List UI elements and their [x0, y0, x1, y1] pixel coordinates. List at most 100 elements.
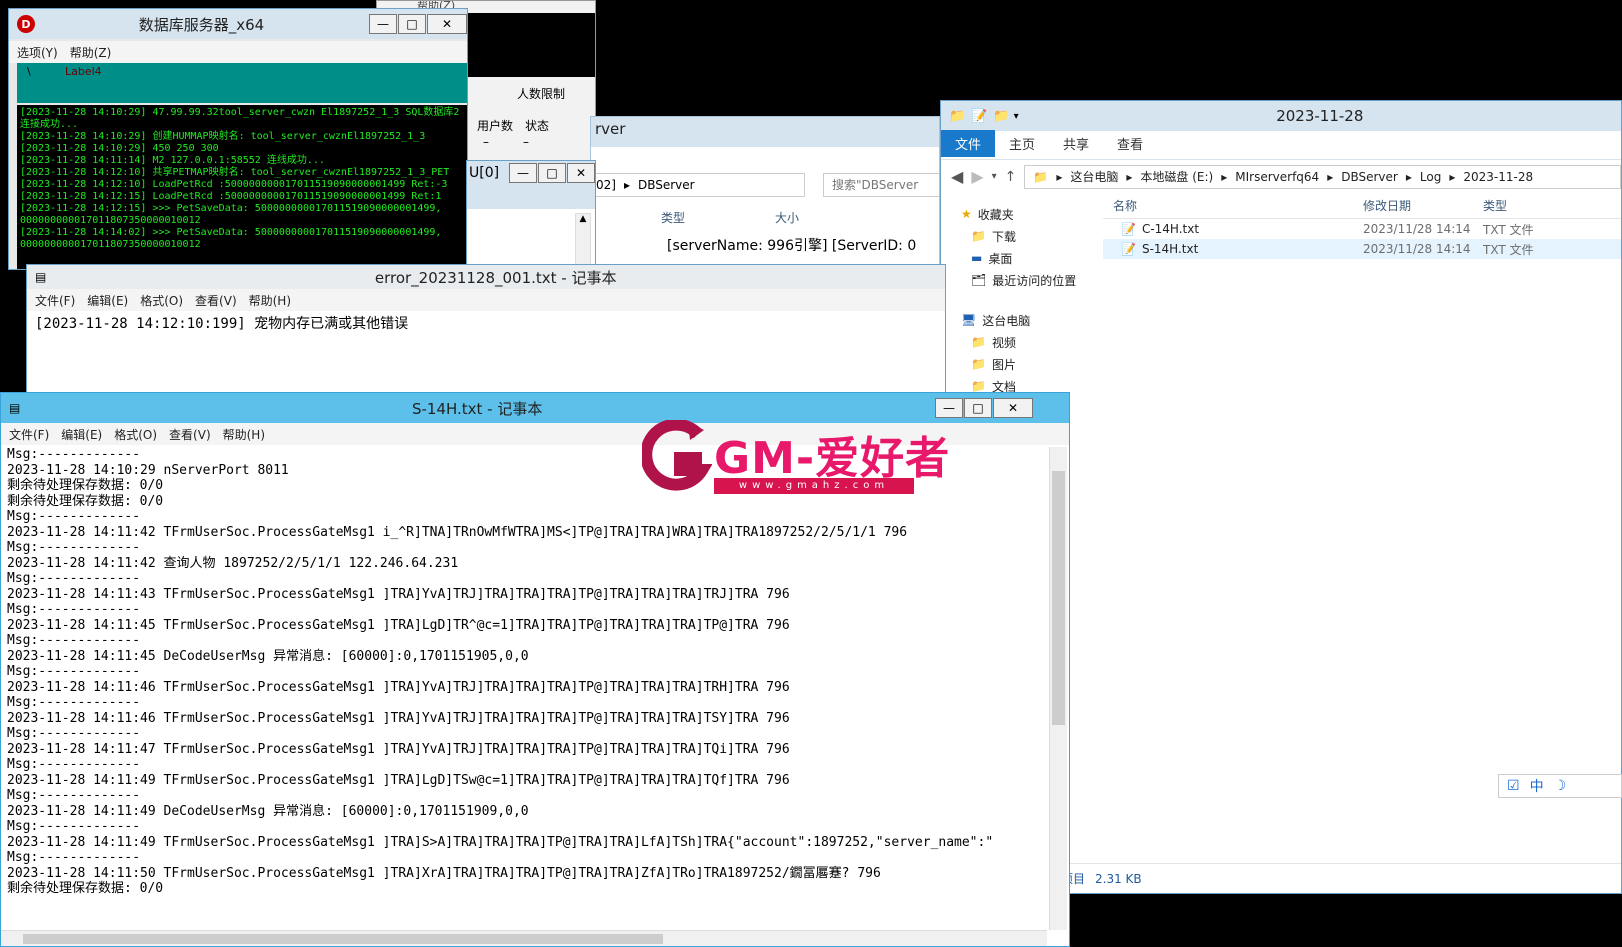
ime-lang[interactable]: 中 — [1530, 776, 1544, 796]
server-log: [2023-11-28 14:10:29] 47.99.99.32tool_se… — [17, 105, 467, 269]
title-bar[interactable]: D 数据库服务器_x64 — □ ✕ — [9, 9, 467, 39]
col-size[interactable]: 大小 — [775, 209, 799, 226]
menu-edit[interactable]: 编辑(E) — [87, 292, 128, 309]
path-folder[interactable]: DBServer — [638, 178, 695, 192]
menu-help[interactable]: 帮助(Z) — [70, 44, 112, 61]
watermark-text: GM-爱好者 — [714, 433, 951, 484]
scroll-thumb[interactable] — [1052, 471, 1065, 725]
text-line: Msg:------------- — [7, 695, 141, 710]
window-title: rver — [591, 117, 939, 147]
menu-view[interactable]: 查看(V) — [169, 426, 211, 443]
breadcrumb-drive[interactable]: 本地磁盘 (E:) — [1140, 168, 1213, 185]
search-input[interactable]: 搜索"DBServer — [823, 173, 939, 197]
minimize-button[interactable]: — — [369, 14, 397, 34]
nav-recent[interactable]: 🗂 最近访问的位置 — [941, 269, 1101, 291]
tab-file[interactable]: 文件 — [941, 130, 996, 157]
horizontal-scrollbar[interactable] — [1, 930, 1047, 946]
file-row[interactable]: 📝 S-14H.txt 2023/11/28 14:14 TXT 文件 — [1103, 239, 1621, 259]
new-folder-icon[interactable]: 📁 — [993, 109, 1009, 124]
text-line: Msg:------------- — [7, 509, 141, 524]
properties-icon[interactable]: 📝 — [971, 109, 987, 124]
folder-icon: 📁 — [971, 229, 986, 243]
tab-home[interactable]: 主页 — [995, 130, 1049, 157]
nav-this-pc[interactable]: 🖥 这台电脑 — [941, 309, 1101, 331]
text-line: 2023-11-28 14:11:46 TFrmUserSoc.ProcessG… — [7, 679, 790, 695]
window-title: 2023-11-28 — [1276, 107, 1364, 125]
error-notepad-window: ▤ error_20231128_001.txt - 记事本 文件(F) 编辑(… — [26, 264, 946, 404]
col-status: 状态 — [525, 119, 550, 133]
maximize-button[interactable]: □ — [398, 14, 426, 34]
text-line: Msg:------------- — [7, 571, 141, 586]
text-line: 2023-11-28 14:11:42 查询人物 1897252/2/5/1/1… — [7, 555, 459, 571]
editor-content[interactable]: [2023-11-28 14:12:10:199] 宠物内存已满或其他错误 — [35, 313, 408, 333]
address-input[interactable]: 📁 ▸ 这台电脑 ▸ 本地磁盘 (E:) ▸ MIrserverfq64 ▸ D… — [1024, 164, 1621, 189]
menu-format[interactable]: 格式(O) — [140, 292, 183, 309]
scrollbar[interactable]: ▲ — [575, 213, 591, 269]
close-button[interactable]: ✕ — [427, 14, 467, 34]
breadcrumb-log[interactable]: Log — [1420, 170, 1441, 184]
nav-pictures[interactable]: 📁 图片 — [941, 353, 1101, 375]
minimize-button[interactable]: — — [509, 163, 537, 183]
log-line: 000000000017011807350000010012 — [20, 215, 201, 226]
minimize-button[interactable]: — — [935, 398, 963, 418]
close-button[interactable]: ✕ — [993, 398, 1033, 418]
dbserver-explorer-fragment: rver 02] ▸ DBServer 搜索"DBServer 类型 大小 [s… — [590, 116, 940, 266]
title-bar[interactable]: U[0] — □ ✕ — [467, 161, 595, 185]
back-icon[interactable]: ◀ — [951, 167, 963, 186]
text-file-icon: 📝 — [1121, 222, 1136, 236]
vertical-scrollbar[interactable] — [1049, 447, 1067, 930]
maximize-button[interactable]: □ — [964, 398, 992, 418]
tab-share[interactable]: 共享 — [1049, 130, 1103, 157]
menu-help[interactable]: 帮助(H) — [223, 426, 265, 443]
folder-icon: 📁 — [971, 357, 986, 371]
text-line: Msg:------------- — [7, 664, 141, 679]
ime-halfwidth-icon[interactable]: ☽ — [1554, 778, 1567, 794]
editor-content[interactable]: Msg:------------- 2023-11-28 14:10:29 nS… — [7, 447, 1047, 930]
tab-view[interactable]: 查看 — [1103, 130, 1157, 157]
menu-format[interactable]: 格式(O) — [114, 426, 157, 443]
nav-favorites[interactable]: ★ 收藏夹 — [941, 203, 1101, 225]
text-line: 2023-11-28 14:11:45 DeCodeUserMsg 异常消息: … — [7, 648, 529, 664]
chevron-right-icon: ▸ — [1221, 169, 1228, 184]
scroll-thumb[interactable] — [23, 934, 663, 944]
title-bar[interactable]: 📁 📝 📁 ▾ 2023-11-28 — [941, 101, 1621, 131]
up-icon[interactable]: ↑ — [1005, 169, 1017, 185]
title-bar[interactable]: ▤ error_20231128_001.txt - 记事本 — [27, 265, 945, 289]
text-line: Msg:------------- — [7, 726, 141, 741]
col-type[interactable]: 类型 — [1483, 197, 1603, 214]
breadcrumb-dbserver[interactable]: DBServer — [1341, 170, 1398, 184]
log-line: [2023-11-28 14:12:10] 共享PETMAP映射名: tool_… — [20, 167, 450, 178]
menu-view[interactable]: 查看(V) — [195, 292, 237, 309]
log-line: [2023-11-28 14:10:29] 创建HUMMAP映射名: tool_… — [20, 131, 426, 142]
breadcrumb-mirserver[interactable]: MIrserverfq64 — [1235, 170, 1319, 184]
breadcrumb-this-pc[interactable]: 这台电脑 — [1070, 168, 1118, 185]
nav-desktop[interactable]: ▬ 桌面 — [941, 247, 1101, 269]
text-line: Msg:------------- — [7, 757, 141, 772]
menu-options[interactable]: 选项(Y) — [17, 44, 58, 61]
col-date[interactable]: 修改日期 — [1363, 197, 1483, 214]
ime-settings-icon[interactable]: ☑ — [1507, 778, 1520, 794]
app-icon: D — [17, 15, 35, 33]
watermark-url: www.gmahz.com — [714, 478, 914, 494]
close-button[interactable]: ✕ — [567, 163, 595, 183]
menu-edit[interactable]: 编辑(E) — [61, 426, 102, 443]
nav-videos[interactable]: 📁 视频 — [941, 331, 1101, 353]
window-title: S-14H.txt - 记事本 — [411, 399, 543, 418]
forward-icon[interactable]: ▶ — [971, 167, 983, 186]
col-name[interactable]: 名称 — [1103, 197, 1363, 214]
title-bar[interactable]: ▤ S-14H.txt - 记事本 — □ ✕ — [1, 393, 1069, 423]
col-type[interactable]: 类型 — [661, 209, 685, 226]
menu-help[interactable]: 帮助(H) — [249, 292, 291, 309]
file-row[interactable]: 📝 C-14H.txt 2023/11/28 14:14 TXT 文件 — [1103, 219, 1621, 239]
log-line: [2023-11-28 14:14:02] >>> PetSaveData: 5… — [20, 227, 442, 238]
menu-file[interactable]: 文件(F) — [35, 292, 75, 309]
log-line: [2023-11-28 14:12:15] >>> PetSaveData: 5… — [20, 203, 442, 214]
folder-icon: 📁 — [949, 108, 966, 124]
menu-file[interactable]: 文件(F) — [9, 426, 49, 443]
text-line: 2023-11-28 14:11:43 TFrmUserSoc.ProcessG… — [7, 586, 790, 602]
nav-downloads[interactable]: 📁 下载 — [941, 225, 1101, 247]
recent-locations-icon[interactable]: ▾ — [992, 171, 997, 182]
breadcrumb-date[interactable]: 2023-11-28 — [1463, 170, 1533, 184]
maximize-button[interactable]: □ — [538, 163, 566, 183]
notepad-icon: ▤ — [35, 270, 47, 284]
